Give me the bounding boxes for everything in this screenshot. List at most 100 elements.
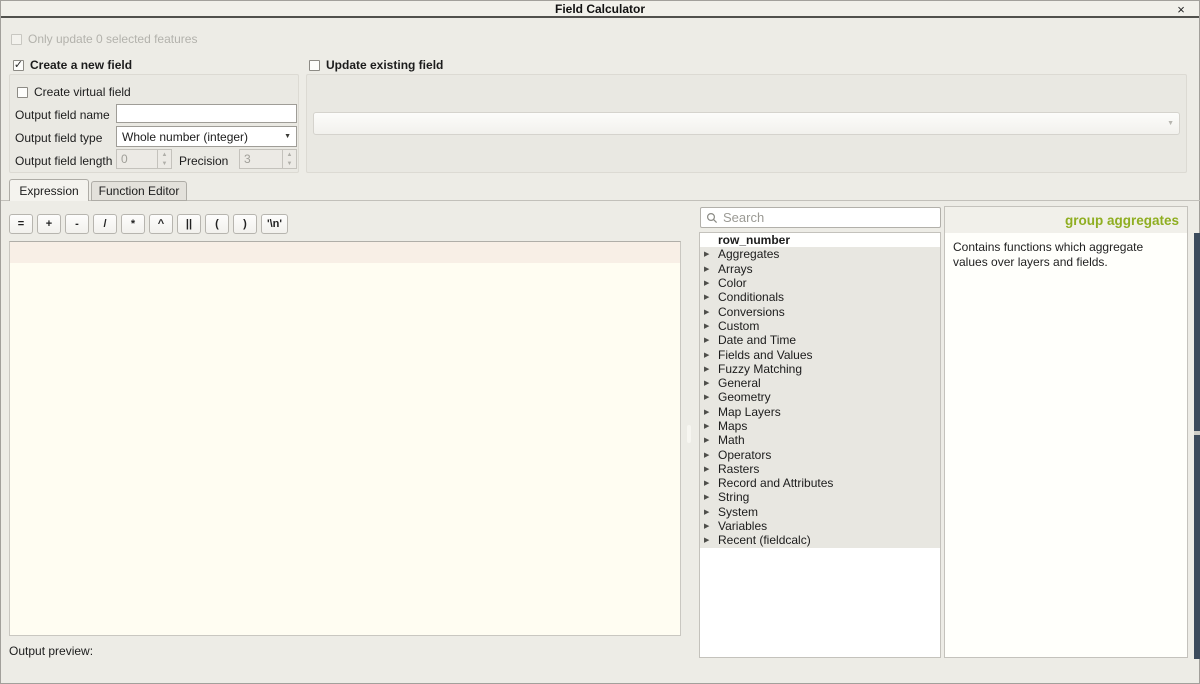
window-title: Field Calculator	[555, 2, 645, 16]
existing-field-select: ▼	[313, 112, 1180, 135]
expression-editor[interactable]	[9, 241, 681, 636]
expand-arrow-icon[interactable]: ▶	[704, 279, 718, 287]
output-field-length-value: 0	[117, 150, 157, 168]
expand-arrow-icon[interactable]: ▶	[704, 322, 718, 330]
tree-group-row[interactable]: ▶Map Layers	[700, 405, 940, 419]
title-bar: Field Calculator ×	[1, 1, 1199, 18]
tree-group-label: Variables	[718, 519, 767, 533]
tree-group-row[interactable]: ▶Date and Time	[700, 333, 940, 347]
expression-current-line[interactable]	[10, 242, 680, 263]
expand-arrow-icon[interactable]: ▶	[704, 536, 718, 544]
field-calculator-dialog: { "window": { "title": "Field Calculator…	[0, 0, 1200, 684]
function-search[interactable]	[700, 207, 941, 228]
tab-function-editor[interactable]: Function Editor	[91, 181, 187, 201]
expand-arrow-icon[interactable]: ▶	[704, 393, 718, 401]
update-existing-field-checkbox[interactable]: Update existing field	[309, 58, 443, 72]
expand-arrow-icon[interactable]: ▶	[704, 465, 718, 473]
output-field-type-select[interactable]: Whole number (integer) ▼	[116, 126, 297, 147]
operator-button[interactable]: *	[121, 214, 145, 234]
expand-arrow-icon[interactable]: ▶	[704, 479, 718, 487]
operator-button[interactable]: /	[93, 214, 117, 234]
tree-group-label: Date and Time	[718, 333, 796, 347]
expand-arrow-icon[interactable]: ▶	[704, 351, 718, 359]
spin-down-icon: ▼	[158, 159, 171, 168]
search-input[interactable]	[723, 210, 935, 225]
operator-button[interactable]: =	[9, 214, 33, 234]
operator-button[interactable]: (	[205, 214, 229, 234]
operator-button[interactable]: -	[65, 214, 89, 234]
close-icon[interactable]: ×	[1173, 2, 1189, 17]
tree-group-row[interactable]: ▶Maps	[700, 419, 940, 433]
expand-arrow-icon[interactable]: ▶	[704, 308, 718, 316]
tree-group-label: General	[718, 376, 761, 390]
operator-button-row: =+-/*^||()'\n'	[9, 214, 288, 234]
spin-down-icon: ▼	[283, 159, 296, 168]
tree-group-label: Recent (fieldcalc)	[718, 533, 811, 547]
tree-group-row[interactable]: ▶Fields and Values	[700, 347, 940, 361]
checkbox-label: Only update 0 selected features	[28, 32, 197, 46]
expand-arrow-icon[interactable]: ▶	[704, 379, 718, 387]
checkbox-box[interactable]	[309, 60, 320, 71]
expand-arrow-icon[interactable]: ▶	[704, 365, 718, 373]
expand-arrow-icon[interactable]: ▶	[704, 336, 718, 344]
expand-arrow-icon[interactable]: ▶	[704, 508, 718, 516]
tree-group-row[interactable]: ▶Operators	[700, 447, 940, 461]
tree-group-label: Fuzzy Matching	[718, 362, 802, 376]
splitter-handle[interactable]	[687, 425, 691, 443]
vertical-scrollbar[interactable]	[1194, 233, 1200, 659]
tree-group-row[interactable]: ▶Fuzzy Matching	[700, 362, 940, 376]
scrollbar-notch	[1194, 431, 1200, 435]
tree-item-selected[interactable]: row_number	[700, 233, 940, 247]
tab-label: Function Editor	[99, 184, 180, 198]
tree-group-row[interactable]: ▶Color	[700, 276, 940, 290]
tree-group-row[interactable]: ▶Rasters	[700, 462, 940, 476]
checkbox-box[interactable]	[17, 87, 28, 98]
operator-button[interactable]: ^	[149, 214, 173, 234]
tree-group-row[interactable]: ▶Variables	[700, 519, 940, 533]
tree-group-label: Math	[718, 433, 745, 447]
tree-group-row[interactable]: ▶General	[700, 376, 940, 390]
expand-arrow-icon[interactable]: ▶	[704, 451, 718, 459]
tree-group-row[interactable]: ▶System	[700, 505, 940, 519]
expand-arrow-icon[interactable]: ▶	[704, 265, 718, 273]
create-new-field-checkbox[interactable]: ✓ Create a new field	[13, 58, 132, 72]
expand-arrow-icon[interactable]: ▶	[704, 408, 718, 416]
tree-group-label: Aggregates	[718, 247, 779, 261]
help-title: group aggregates	[1065, 213, 1179, 228]
operator-button[interactable]: )	[233, 214, 257, 234]
tree-group-row[interactable]: ▶String	[700, 490, 940, 504]
checkbox-checked-box[interactable]: ✓	[13, 60, 24, 71]
tree-group-row[interactable]: ▶Conversions	[700, 304, 940, 318]
expand-arrow-icon[interactable]: ▶	[704, 493, 718, 501]
tree-group-row[interactable]: ▶Recent (fieldcalc)	[700, 533, 940, 547]
expand-arrow-icon[interactable]: ▶	[704, 293, 718, 301]
operator-button[interactable]: ||	[177, 214, 201, 234]
tree-group-label: Map Layers	[718, 405, 781, 419]
output-field-name-input[interactable]	[116, 104, 297, 123]
tree-group-label: Record and Attributes	[718, 476, 833, 490]
tab-expression[interactable]: Expression	[9, 179, 89, 201]
tree-group-row[interactable]: ▶Custom	[700, 319, 940, 333]
tree-group-row[interactable]: ▶Math	[700, 433, 940, 447]
operator-button[interactable]: '\n'	[261, 214, 288, 234]
precision-value: 3	[240, 150, 282, 168]
chevron-down-icon: ▼	[284, 133, 291, 140]
expand-arrow-icon[interactable]: ▶	[704, 522, 718, 530]
tree-group-label: String	[718, 490, 749, 504]
tree-group-row[interactable]: ▶Conditionals	[700, 290, 940, 304]
expand-arrow-icon[interactable]: ▶	[704, 422, 718, 430]
tree-group-row[interactable]: ▶Geometry	[700, 390, 940, 404]
tree-group-row[interactable]: ▶Aggregates	[700, 247, 940, 261]
output-field-name-label: Output field name	[15, 108, 110, 122]
tree-group-row[interactable]: ▶Arrays	[700, 262, 940, 276]
tree-group-row[interactable]: ▶Record and Attributes	[700, 476, 940, 490]
help-panel: group aggregates Contains functions whic…	[944, 206, 1188, 658]
tree-group-label: Geometry	[718, 390, 771, 404]
create-virtual-field-checkbox[interactable]: Create virtual field	[17, 85, 131, 99]
tab-label: Expression	[19, 184, 78, 198]
expand-arrow-icon[interactable]: ▶	[704, 436, 718, 444]
tree-group-label: Custom	[718, 319, 759, 333]
operator-button[interactable]: +	[37, 214, 61, 234]
tree-group-label: Color	[718, 276, 747, 290]
expand-arrow-icon[interactable]: ▶	[704, 250, 718, 258]
